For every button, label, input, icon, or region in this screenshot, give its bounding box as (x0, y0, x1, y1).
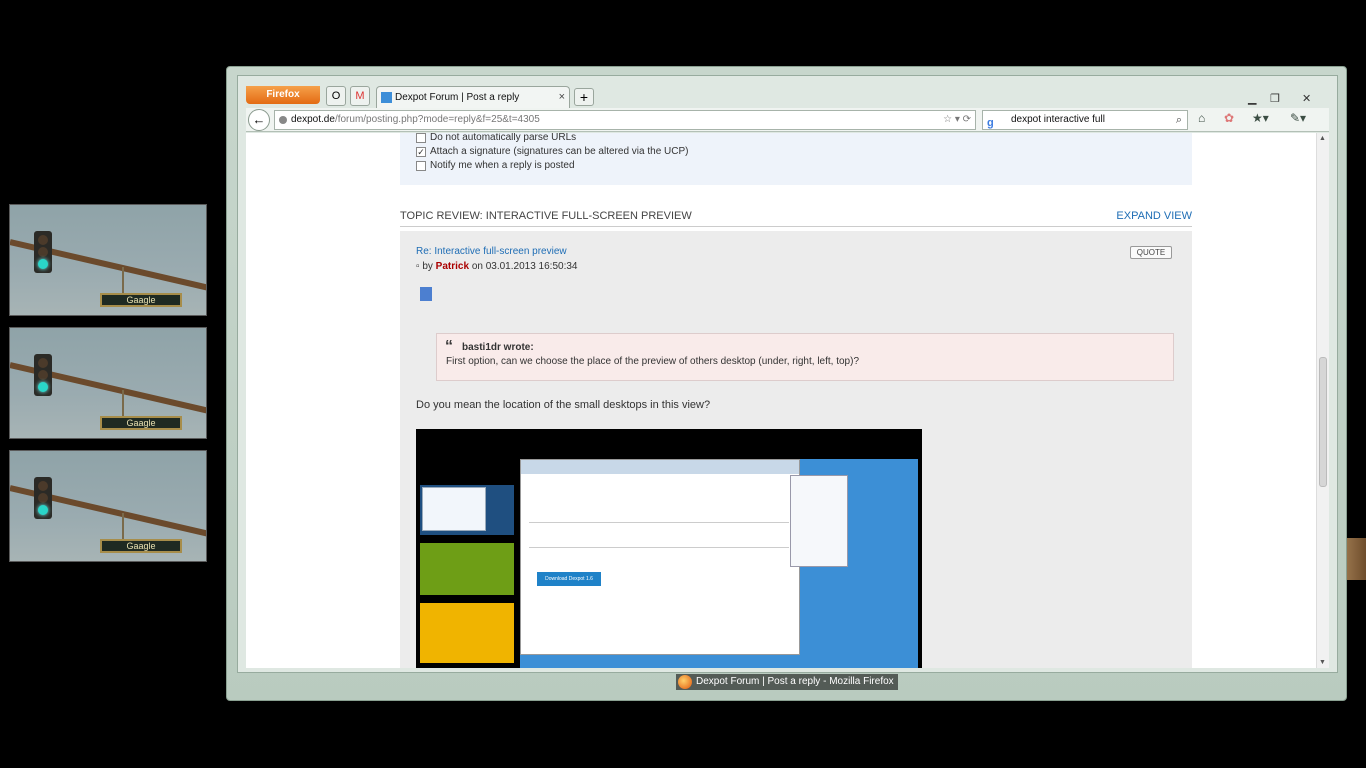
quote-button[interactable]: QUOTE (1130, 246, 1172, 259)
post-date: on 03.01.2013 16:50:34 (471, 261, 578, 272)
checkbox[interactable] (416, 161, 426, 171)
desktop-preview-2[interactable]: Gaagle (9, 327, 207, 439)
screenshot-explorer-window (790, 475, 848, 567)
url-path: /forum/posting.php?mode=reply&f=25&t=430… (334, 114, 540, 125)
review-post: Re: Interactive full-screen preview ▫ by… (400, 231, 1192, 668)
post-author-link[interactable]: Patrick (436, 261, 469, 272)
post-by: by (422, 261, 433, 272)
desktop-preview-3[interactable]: Gaagle (9, 450, 207, 562)
option-label: Attach a signature (signatures can be al… (430, 146, 689, 157)
embedded-screenshot-image: Download Dexpot 1.6 (416, 429, 922, 668)
back-button[interactable]: ← (248, 109, 270, 131)
street-sign: Gaagle (100, 293, 182, 307)
bookmarks-menu-icon[interactable]: ★▾ (1252, 111, 1269, 125)
post-meta: ▫ by Patrick on 03.01.2013 16:50:34 (416, 261, 577, 272)
firefox-window: Firefox O M Dexpot Forum | Post a reply … (226, 66, 1347, 701)
quote-mark-icon: “ (445, 338, 453, 355)
download-button-in-image: Download Dexpot 1.6 (537, 572, 601, 586)
window-title: Dexpot Forum | Post a reply - Mozilla Fi… (696, 676, 894, 687)
window-title-label[interactable]: Dexpot Forum | Post a reply - Mozilla Fi… (676, 674, 898, 690)
scrollbar-thumb[interactable] (1319, 357, 1327, 487)
dexpot-favicon-icon (381, 92, 392, 103)
pinned-tab-icon[interactable]: O (326, 86, 346, 106)
close-tab-icon[interactable]: × (559, 87, 565, 108)
tab-title: Dexpot Forum | Post a reply (395, 92, 520, 103)
mini-desktop-1 (420, 485, 514, 535)
tab-bar: Firefox O M Dexpot Forum | Post a reply … (246, 86, 1337, 108)
navigation-toolbar: ← dexpot.de/forum/posting.php?mode=reply… (246, 108, 1329, 132)
new-tab-button[interactable]: + (574, 88, 594, 106)
checkbox[interactable]: ✓ (416, 147, 426, 157)
option-label: Do not automatically parse URLs (430, 133, 577, 143)
desktop-preview-1[interactable]: Gaagle (9, 204, 207, 316)
mini-desktop-2 (420, 543, 514, 595)
scroll-up-icon[interactable]: ▲ (1319, 135, 1326, 142)
firefox-icon (678, 675, 692, 689)
screenshot-browser-window: Download Dexpot 1.6 (520, 459, 800, 655)
tools-icon[interactable]: ✎▾ (1290, 111, 1306, 125)
search-input[interactable]: dexpot interactive full (1011, 114, 1105, 125)
topic-review-title: TOPIC REVIEW: INTERACTIVE FULL-SCREEN PR… (400, 210, 692, 222)
page-content: Do not automatically parse URLs ✓ Attach … (246, 133, 1329, 668)
quote-block: “ basti1dr wrote: First option, can we c… (436, 333, 1174, 381)
google-search-engine-icon[interactable]: g (987, 114, 994, 132)
traffic-light-icon (34, 477, 52, 519)
search-icon[interactable]: ⌕ (1176, 111, 1182, 129)
traffic-light-icon (34, 231, 52, 273)
gmail-pinned-tab-icon[interactable]: M (350, 86, 370, 106)
url-bar[interactable]: dexpot.de/forum/posting.php?mode=reply&f… (274, 110, 976, 130)
dexpot-icon (420, 287, 432, 301)
url-host: dexpot.de (291, 114, 335, 125)
option-label: Notify me when a reply is posted (430, 160, 575, 171)
quote-text: First option, can we choose the place of… (446, 356, 860, 367)
traffic-light-icon (34, 354, 52, 396)
close-window-icon[interactable]: ✕ (1302, 92, 1311, 105)
addon-icon[interactable]: ✿ (1224, 111, 1234, 125)
option-row[interactable]: Notify me when a reply is posted (416, 159, 1176, 173)
search-bar[interactable]: g dexpot interactive full ⌕ (982, 110, 1188, 130)
firefox-menu-button[interactable]: Firefox (246, 86, 320, 104)
street-sign: Gaagle (100, 539, 182, 553)
site-identity-icon (279, 116, 287, 124)
expand-view-link[interactable]: EXPAND VIEW (1116, 210, 1192, 222)
minimize-icon[interactable]: ▁ (1248, 92, 1256, 105)
vertical-scrollbar[interactable]: ▲ ▼ (1316, 133, 1329, 668)
option-row[interactable]: ✓ Attach a signature (signatures can be a… (416, 145, 1176, 159)
home-icon[interactable]: ⌂ (1198, 111, 1205, 125)
tab-dexpot-forum[interactable]: Dexpot Forum | Post a reply × (376, 86, 570, 108)
mini-desktop-3 (420, 603, 514, 663)
quote-author: basti1dr wrote: (462, 342, 534, 353)
restore-icon[interactable]: ❐ (1270, 92, 1280, 105)
bookmark-reload-icons[interactable]: ☆ ▾ ⟳ (943, 111, 971, 129)
post-title-link[interactable]: Re: Interactive full-screen preview (416, 246, 567, 257)
post-icon: ▫ (416, 261, 420, 272)
option-row[interactable]: Do not automatically parse URLs (416, 133, 1176, 145)
street-sign: Gaagle (100, 416, 182, 430)
topic-review-header: TOPIC REVIEW: INTERACTIVE FULL-SCREEN PR… (400, 210, 1192, 227)
post-options: Do not automatically parse URLs ✓ Attach … (400, 133, 1192, 185)
checkbox[interactable] (416, 133, 426, 143)
post-body: Do you mean the location of the small de… (416, 399, 711, 411)
scroll-down-icon[interactable]: ▼ (1319, 659, 1326, 666)
